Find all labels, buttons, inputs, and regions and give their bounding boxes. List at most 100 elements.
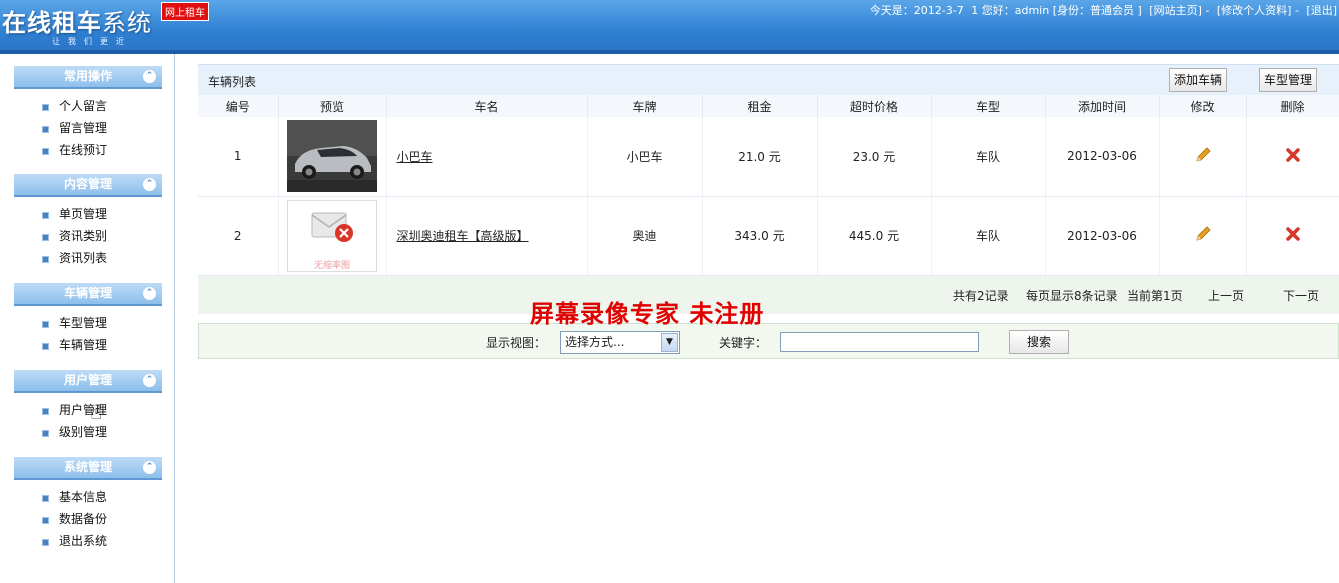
sidebar-item-users[interactable]: 用户管理 <box>14 399 162 421</box>
sidebar-group-common: 常用操作 ⌃ 个人留言 留言管理 在线预订 <box>14 66 162 161</box>
sidebar-item-news-categories[interactable]: 资讯类别 <box>14 225 162 247</box>
car-photo-thumbnail[interactable] <box>287 120 377 193</box>
keyword-input[interactable] <box>780 331 979 352</box>
envelope-error-icon <box>311 212 353 242</box>
sidebar-item-pages[interactable]: 单页管理 <box>14 203 162 225</box>
cell-overtime: 445.0 元 <box>817 196 932 276</box>
cell-delete <box>1246 117 1339 197</box>
view-select-value: 选择方式... <box>565 334 625 349</box>
main-content: 车辆列表 添加车辆 车型管理 编号 预览 车名 车牌 租金 超时价格 车型 添加… <box>198 64 1339 359</box>
table-row: 2 无缩率图 深圳奥迪租车【高级版】 奥迪 343.0 元 445.0 元 车队… <box>198 196 1339 276</box>
pencil-icon[interactable] <box>1194 146 1212 164</box>
recorder-watermark: 屏幕录像专家 未注册 <box>530 299 765 328</box>
per-page-text: 每页显示8条记录 <box>1026 288 1118 303</box>
cell-id: 2 <box>198 196 279 276</box>
collapse-icon[interactable]: ⌃ <box>143 374 156 387</box>
cell-type: 车队 <box>931 196 1046 276</box>
table-header-row: 编号 预览 车名 车牌 租金 超时价格 车型 添加时间 修改 删除 <box>198 95 1339 117</box>
prev-page-link[interactable]: 上一页 <box>1208 287 1244 304</box>
list-header: 车辆列表 添加车辆 车型管理 <box>198 64 1339 95</box>
column-header: 车型 <box>931 95 1046 117</box>
cell-rent: 21.0 元 <box>702 117 818 197</box>
keyword-label: 关键字： <box>719 335 768 350</box>
group-title: 车辆管理 <box>63 286 112 300</box>
add-vehicle-button[interactable]: 添加车辆 <box>1169 68 1227 92</box>
column-header: 添加时间 <box>1045 95 1160 117</box>
cell-preview <box>278 117 387 197</box>
cell-date: 2012-03-06 <box>1045 196 1160 276</box>
top-info-bar: 今天是：2012-3-7 1 您好：admin [身份：普通会员 ] [网站主页… <box>869 4 1337 17</box>
cell-date: 2012-03-06 <box>1045 117 1160 197</box>
search-button[interactable]: 搜索 <box>1009 329 1069 354</box>
vehicle-name-link[interactable]: 小巴车 <box>386 117 588 197</box>
group-title: 用户管理 <box>63 373 112 387</box>
app-header: 在线租车系统 让我们更近 网上租车 今天是：2012-3-7 1 您好：admi… <box>0 0 1339 54</box>
hand-cursor-icon: ☝ <box>90 400 103 424</box>
vehicle-name-link[interactable]: 深圳奥迪租车【高级版】 <box>386 196 588 276</box>
group-title: 内容管理 <box>63 177 112 191</box>
sidebar-item-messages[interactable]: 个人留言 <box>14 95 162 117</box>
sidebar-item-levels[interactable]: 级别管理 <box>14 421 162 443</box>
delete-icon[interactable] <box>1285 226 1301 242</box>
search-bar: 显示视图： 选择方式... ▼ 关键字： 搜索 <box>198 322 1339 359</box>
cell-id: 1 <box>198 117 279 197</box>
vehicle-type-button[interactable]: 车型管理 <box>1259 68 1317 92</box>
date-text: 今天是：2012-3-7 <box>869 4 964 17</box>
sidebar-item-news-list[interactable]: 资讯列表 <box>14 247 162 269</box>
group-header[interactable]: 内容管理 ⌃ <box>14 174 162 197</box>
profile-link[interactable]: [修改个人资料] <box>1217 4 1292 17</box>
group-header[interactable]: 系统管理 ⌃ <box>14 457 162 480</box>
group-title: 常用操作 <box>63 69 112 83</box>
pagination-bar: 共有2记录 每页显示8条记录 当前第1页 上一页 下一页 <box>198 275 1339 314</box>
list-title: 车辆列表 <box>208 75 257 89</box>
header-divider <box>0 50 1339 54</box>
cell-delete <box>1246 196 1339 276</box>
group-header[interactable]: 车辆管理 ⌃ <box>14 283 162 306</box>
sidebar-group-content: 内容管理 ⌃ 单页管理 资讯类别 资讯列表 <box>14 174 162 269</box>
total-records: 共有2记录 <box>953 288 1009 303</box>
cell-rent: 343.0 元 <box>702 196 818 276</box>
collapse-icon[interactable]: ⌃ <box>143 70 156 83</box>
sidebar-item-vehicle-types[interactable]: 车型管理 <box>14 312 162 334</box>
home-link[interactable]: [网站主页] <box>1149 4 1202 17</box>
sidebar-group-vehicles: 车辆管理 ⌃ 车型管理 车辆管理 <box>14 283 162 356</box>
vehicle-table: 编号 预览 车名 车牌 租金 超时价格 车型 添加时间 修改 删除 1 小巴车 … <box>198 95 1339 276</box>
sidebar-item-basic-info[interactable]: 基本信息 <box>14 486 162 508</box>
no-image-caption: 无缩率图 <box>313 260 350 271</box>
cell-plate: 奥迪 <box>587 196 703 276</box>
column-header: 租金 <box>702 95 818 117</box>
next-page-link[interactable]: 下一页 <box>1283 287 1319 304</box>
group-header[interactable]: 用户管理 ⌃ <box>14 370 162 393</box>
current-page-text: 当前第1页 <box>1127 288 1183 303</box>
column-header: 超时价格 <box>817 95 932 117</box>
table-row: 1 小巴车 小巴车 21.0 元 23.0 元 车队 2012-03-06 <box>198 117 1339 197</box>
cell-preview: 无缩率图 <box>278 196 387 276</box>
collapse-icon[interactable]: ⌃ <box>143 178 156 191</box>
view-select[interactable]: 选择方式... ▼ <box>560 330 680 354</box>
column-header: 车名 <box>386 95 588 117</box>
logo-text-thin: 系统 <box>102 9 152 37</box>
column-header: 编号 <box>198 95 279 117</box>
sidebar: 常用操作 ⌃ 个人留言 留言管理 在线预订 内容管理 ⌃ 单页管理 资讯类别 资讯列… <box>0 54 175 583</box>
slogan: 让我们更近 <box>52 37 132 46</box>
chevron-down-icon[interactable]: ▼ <box>661 332 678 352</box>
pencil-icon[interactable] <box>1194 225 1212 243</box>
view-label: 显示视图： <box>486 335 547 350</box>
sidebar-item-booking[interactable]: 在线预订 <box>14 139 162 161</box>
collapse-icon[interactable]: ⌃ <box>143 287 156 300</box>
sidebar-item-message-admin[interactable]: 留言管理 <box>14 117 162 139</box>
delete-icon[interactable] <box>1285 147 1301 163</box>
logout-link[interactable]: [退出] <box>1306 4 1337 17</box>
column-header: 删除 <box>1246 95 1339 117</box>
logo-text-bold: 在线租车 <box>2 9 102 37</box>
column-header: 车牌 <box>587 95 703 117</box>
sidebar-item-exit[interactable]: 退出系统 <box>14 530 162 552</box>
group-header[interactable]: 常用操作 ⌃ <box>14 66 162 89</box>
cell-overtime: 23.0 元 <box>817 117 932 197</box>
sidebar-item-backup[interactable]: 数据备份 <box>14 508 162 530</box>
greeting-text: 1 您好：admin [身份：普通会员 ] <box>971 4 1142 17</box>
sidebar-item-vehicles[interactable]: 车辆管理 <box>14 334 162 356</box>
collapse-icon[interactable]: ⌃ <box>143 461 156 474</box>
no-image-thumbnail[interactable]: 无缩率图 <box>287 199 377 272</box>
cell-edit <box>1159 117 1247 197</box>
